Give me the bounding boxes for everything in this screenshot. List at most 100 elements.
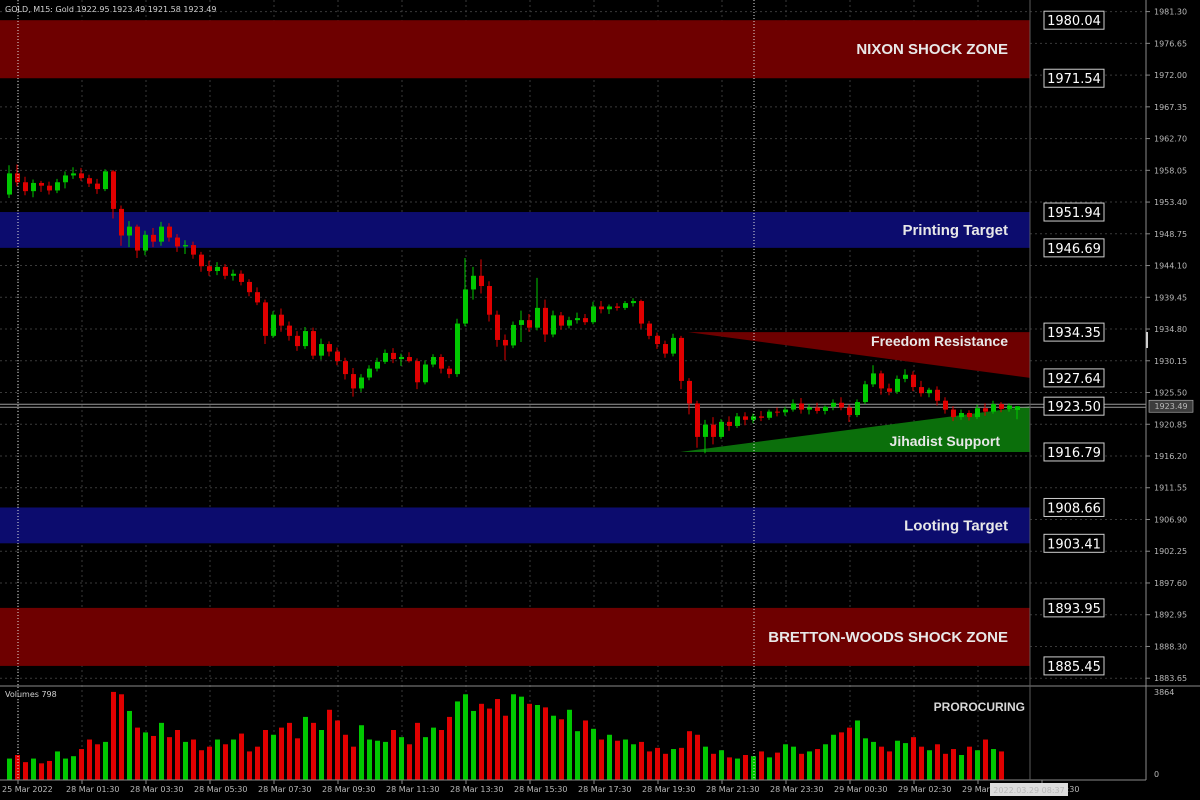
triangle-label: Freedom Resistance <box>871 333 1008 349</box>
volume-bar <box>151 735 156 780</box>
volume-caption: PROROCURING <box>934 700 1025 714</box>
volume-bar <box>959 755 964 780</box>
candle-body <box>799 403 804 410</box>
volume-bar <box>95 744 100 780</box>
candle-body <box>511 324 516 346</box>
volume-bar <box>7 758 12 780</box>
x-tick-label: 28 Mar 11:30 <box>386 785 439 794</box>
candle-body <box>127 226 132 236</box>
volume-bar <box>807 751 812 780</box>
volume-bar <box>999 751 1004 780</box>
candle-body <box>471 275 476 290</box>
candle-body <box>135 226 140 251</box>
volume-bar <box>583 720 588 780</box>
candle-body <box>199 254 204 267</box>
candle-body <box>823 406 828 411</box>
y-tick-label: 1958.05 <box>1154 166 1187 175</box>
volume-bar <box>423 737 428 780</box>
candle-body <box>343 361 348 375</box>
volume-bar <box>295 738 300 780</box>
candle-body <box>527 320 532 328</box>
candle-body <box>391 352 396 360</box>
y-tick-label: 1948.75 <box>1154 230 1187 239</box>
zone-top-price-label: 1951.94 <box>1047 206 1101 221</box>
volume-bar <box>207 746 212 780</box>
candle-body <box>943 400 948 410</box>
volume-bar <box>735 758 740 780</box>
volume-bar <box>63 758 68 780</box>
volume-bar <box>503 715 508 780</box>
candle-body <box>55 182 60 191</box>
volume-bar <box>623 739 628 780</box>
y-tick-label: 1930.15 <box>1154 357 1187 366</box>
candle-body <box>807 407 812 410</box>
volume-bar <box>695 734 700 780</box>
candle-body <box>79 173 84 179</box>
volume-bar <box>455 701 460 780</box>
volume-bar <box>823 744 828 780</box>
triangle-top-price-label: 1934.35 <box>1047 326 1101 341</box>
candle-body <box>159 226 164 242</box>
volume-bar <box>535 705 540 780</box>
candle-body <box>767 411 772 418</box>
candle-body <box>247 281 252 293</box>
chart-background <box>0 0 1200 800</box>
candle-body <box>279 314 284 326</box>
candle-body <box>815 407 820 411</box>
candle-body <box>119 208 124 236</box>
candle-body <box>655 335 660 345</box>
x-tick-label: 28 Mar 19:30 <box>642 785 695 794</box>
candle-body <box>375 361 380 369</box>
volume-bar <box>743 755 748 780</box>
y-tick-label: 1902.25 <box>1154 547 1187 556</box>
volume-bar <box>655 747 660 780</box>
candle-body <box>103 171 108 190</box>
volume-bar <box>271 734 276 780</box>
volume-bar <box>911 737 916 780</box>
candle-body <box>783 409 788 413</box>
x-tick-label: 28 Mar 01:30 <box>66 785 119 794</box>
candle-body <box>215 266 220 272</box>
x-tick-label: 29 Mar 02:30 <box>898 785 951 794</box>
candle-body <box>695 403 700 437</box>
candle-body <box>255 292 260 303</box>
candle-body <box>743 416 748 420</box>
volume-bar <box>119 694 124 780</box>
candle-body <box>895 378 900 392</box>
x-tick-label: 29 Mar 00:30 <box>834 785 887 794</box>
candle-body <box>647 323 652 336</box>
volume-bar <box>567 709 572 780</box>
candle-body <box>703 424 708 437</box>
candle-body <box>791 403 796 410</box>
volume-bar <box>47 760 52 780</box>
volume-bar <box>391 730 396 780</box>
y-tick-label: 1897.60 <box>1154 579 1187 588</box>
volume-bar <box>55 751 60 780</box>
volume-bar <box>143 732 148 780</box>
volume-bar <box>919 746 924 780</box>
price-chart[interactable]: NIXON SHOCK ZONE Printing Target Looting T… <box>0 0 1200 800</box>
candle-body <box>631 301 636 304</box>
volume-bar <box>103 741 108 780</box>
volume-bar <box>591 728 596 780</box>
volume-bar <box>711 753 716 780</box>
y-tick-label: 1883.65 <box>1154 674 1187 683</box>
volume-bar <box>559 719 564 780</box>
volume-bar <box>71 756 76 780</box>
y-tick-label: 1888.30 <box>1154 642 1187 651</box>
y-tick-label: 1972.00 <box>1154 71 1187 80</box>
candle-body <box>383 352 388 362</box>
volume-bar <box>351 746 356 780</box>
candle-body <box>71 173 76 176</box>
volume-bar <box>463 694 468 780</box>
candle-body <box>871 373 876 385</box>
volume-bar <box>967 746 972 780</box>
volume-bar <box>671 749 676 780</box>
x-tick-label: 28 Mar 05:30 <box>194 785 247 794</box>
x-tick-label: 28 Mar 13:30 <box>450 785 503 794</box>
volume-bar <box>951 749 956 780</box>
candle-body <box>559 315 564 326</box>
cursor-time-label: 2022.03.29 08:37 <box>993 786 1064 795</box>
y-tick-label: 1953.40 <box>1154 198 1187 207</box>
volume-bar <box>855 720 860 780</box>
